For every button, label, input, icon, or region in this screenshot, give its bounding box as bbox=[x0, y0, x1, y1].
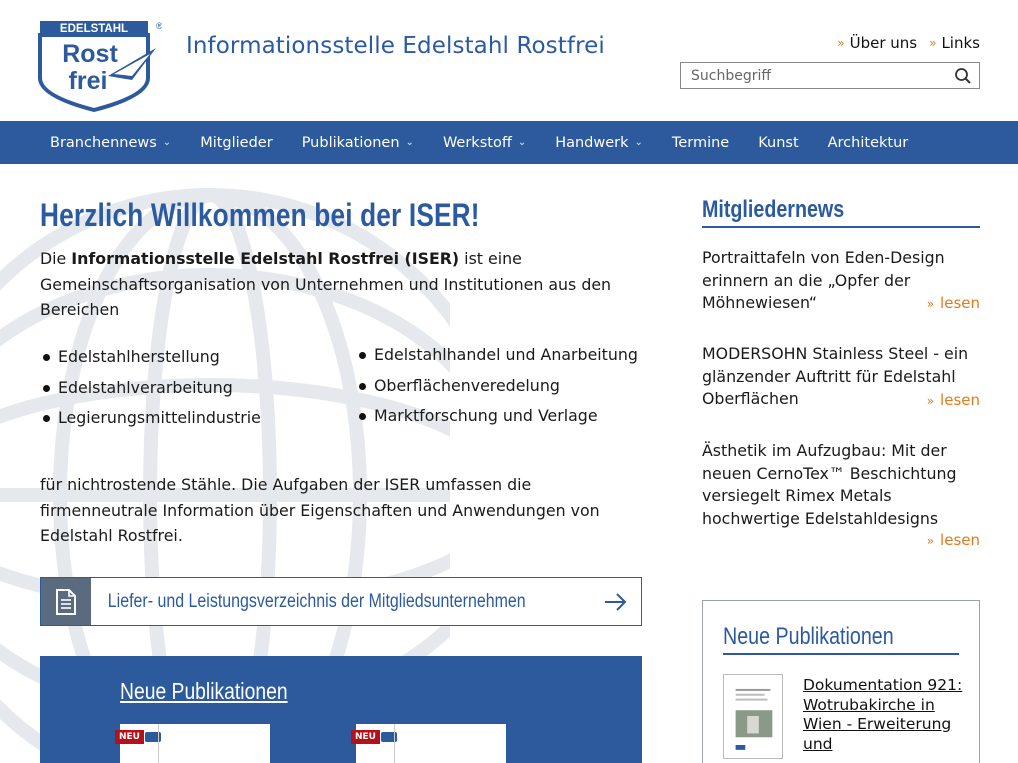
search-icon[interactable] bbox=[953, 66, 973, 86]
document-icon bbox=[56, 588, 76, 615]
edelstahl-rostfrei-logo[interactable]: EDELSTAHL Rost frei ® bbox=[38, 18, 162, 112]
divider bbox=[723, 653, 959, 655]
new-badge: NEU bbox=[351, 730, 380, 744]
nav-label: Handwerk bbox=[555, 134, 629, 151]
nav-label: Architektur bbox=[827, 134, 909, 151]
site-header: EDELSTAHL Rost frei ® Informationsstelle… bbox=[0, 0, 1018, 121]
chevron-down-icon: ⌄ bbox=[634, 137, 643, 148]
site-title[interactable]: Informationsstelle Edelstahl Rostfrei bbox=[186, 33, 605, 59]
top-link-label: Links bbox=[941, 34, 980, 52]
arrow-right-icon bbox=[605, 593, 627, 611]
chevron-right-icon: » bbox=[926, 296, 935, 311]
new-publications-heading[interactable]: Neue Publikationen bbox=[120, 678, 288, 705]
sidebar-publications-heading[interactable]: Neue Publikationen bbox=[723, 623, 894, 651]
nav-item-mitglieder[interactable]: Mitglieder bbox=[188, 121, 290, 164]
publication-thumbnail[interactable]: NEU bbox=[115, 724, 270, 763]
list-item: Edelstahlverarbeitung bbox=[40, 373, 261, 404]
new-badge: NEU bbox=[115, 730, 144, 744]
publication-link[interactable]: Dokumentation 921: Wotrubakirche in Wien… bbox=[803, 676, 963, 754]
chevron-down-icon: ⌄ bbox=[405, 137, 414, 148]
list-item: Marktforschung und Verlage bbox=[356, 403, 646, 428]
sector-list-left: Edelstahlherstellung Edelstahlverarbeitu… bbox=[40, 342, 261, 434]
nav-label: Termine bbox=[671, 134, 730, 151]
read-more-label: lesen bbox=[940, 530, 980, 549]
read-more-link[interactable]: » lesen bbox=[927, 292, 980, 316]
news-item-text: Ästhetik im Aufzugbau: Mit der neuen Cer… bbox=[702, 441, 957, 528]
svg-text:Rost: Rost bbox=[62, 40, 118, 68]
top-links: » Über uns » Links bbox=[837, 34, 980, 52]
nav-item-kunst[interactable]: Kunst bbox=[746, 121, 815, 164]
document-icon-box bbox=[41, 578, 91, 625]
svg-text:®: ® bbox=[156, 21, 162, 31]
list-item: Legierungsmittelindustrie bbox=[40, 403, 261, 434]
chevron-right-icon: » bbox=[837, 36, 845, 50]
nav-label: Mitglieder bbox=[200, 134, 273, 151]
publication-cover-thumbnail[interactable] bbox=[723, 674, 783, 759]
nav-label: Werkstoff bbox=[442, 134, 512, 151]
read-more-link[interactable]: » lesen bbox=[927, 529, 980, 553]
list-item: Edelstahlhandel und Anarbeitung bbox=[356, 342, 646, 367]
intro-paragraph: Die Informationsstelle Edelstahl Rostfre… bbox=[40, 246, 642, 323]
top-link-label: Über uns bbox=[849, 34, 918, 52]
chevron-down-icon: ⌄ bbox=[517, 137, 527, 148]
chevron-right-icon: » bbox=[926, 393, 935, 408]
member-directory-label: Liefer- und Leistungsverzeichnis der Mit… bbox=[107, 590, 526, 612]
nav-label: Publikationen bbox=[301, 134, 400, 151]
nav-item-werkstoff[interactable]: Werkstoff ⌄ bbox=[431, 121, 543, 164]
read-more-link[interactable]: » lesen bbox=[927, 389, 980, 413]
intro-prefix: Die bbox=[40, 249, 72, 268]
nav-label: Branchennews bbox=[50, 134, 157, 151]
publication-thumbnail[interactable]: NEU bbox=[351, 724, 506, 763]
chevron-right-icon: » bbox=[929, 36, 937, 50]
new-publications-panel: Neue Publikationen NEU NEU bbox=[40, 656, 642, 763]
news-item[interactable]: Ästhetik im Aufzugbau: Mit der neuen Cer… bbox=[702, 440, 980, 552]
welcome-heading: Herzlich Willkommen bei der ISER! bbox=[40, 197, 480, 233]
intro-organisation-name: Informationsstelle Edelstahl Rostfrei (I… bbox=[71, 249, 460, 268]
nav-label: Kunst bbox=[758, 134, 799, 151]
list-item: Edelstahlherstellung bbox=[40, 342, 261, 373]
member-news-heading[interactable]: Mitgliedernews bbox=[702, 196, 844, 224]
nav-item-termine[interactable]: Termine bbox=[660, 121, 746, 164]
outro-paragraph: für nichtrostende Stähle. Die Aufgaben d… bbox=[40, 475, 600, 545]
nav-item-branchennews[interactable]: Branchennews ⌄ bbox=[38, 121, 188, 164]
news-item-text: Portraittafeln von Eden-Design erinnern … bbox=[702, 248, 945, 312]
list-item: Oberflächenveredelung bbox=[356, 373, 646, 398]
sector-list-right: Edelstahlhandel und Anarbeitung Oberfläc… bbox=[356, 342, 646, 434]
nav-item-architektur[interactable]: Architektur bbox=[816, 121, 926, 164]
cover-edge bbox=[158, 724, 159, 763]
chevron-down-icon: ⌄ bbox=[162, 137, 172, 148]
read-more-label: lesen bbox=[940, 390, 980, 409]
cover-edge bbox=[394, 724, 395, 763]
news-item[interactable]: MODERSOHN Stainless Steel - ein glänzend… bbox=[702, 343, 980, 412]
member-directory-link[interactable]: Liefer- und Leistungsverzeichnis der Mit… bbox=[40, 577, 642, 626]
search-box bbox=[680, 62, 980, 89]
sidebar-publications-box: Neue Publikationen Dokumentation 921: Wo… bbox=[702, 600, 980, 763]
top-link-ueber-uns[interactable]: » Über uns bbox=[837, 34, 917, 52]
news-item[interactable]: Portraittafeln von Eden-Design erinnern … bbox=[702, 247, 980, 315]
nav-item-handwerk[interactable]: Handwerk ⌄ bbox=[543, 121, 660, 164]
divider bbox=[702, 226, 980, 228]
chevron-right-icon: » bbox=[926, 533, 935, 548]
main-navigation: Branchennews ⌄ Mitglieder Publikationen ⌄ … bbox=[0, 121, 1018, 164]
read-more-label: lesen bbox=[940, 293, 980, 312]
nav-item-publikationen[interactable]: Publikationen ⌄ bbox=[290, 121, 431, 164]
svg-text:frei: frei bbox=[69, 67, 108, 95]
top-link-links[interactable]: » Links bbox=[929, 34, 980, 52]
search-input[interactable] bbox=[681, 63, 941, 88]
